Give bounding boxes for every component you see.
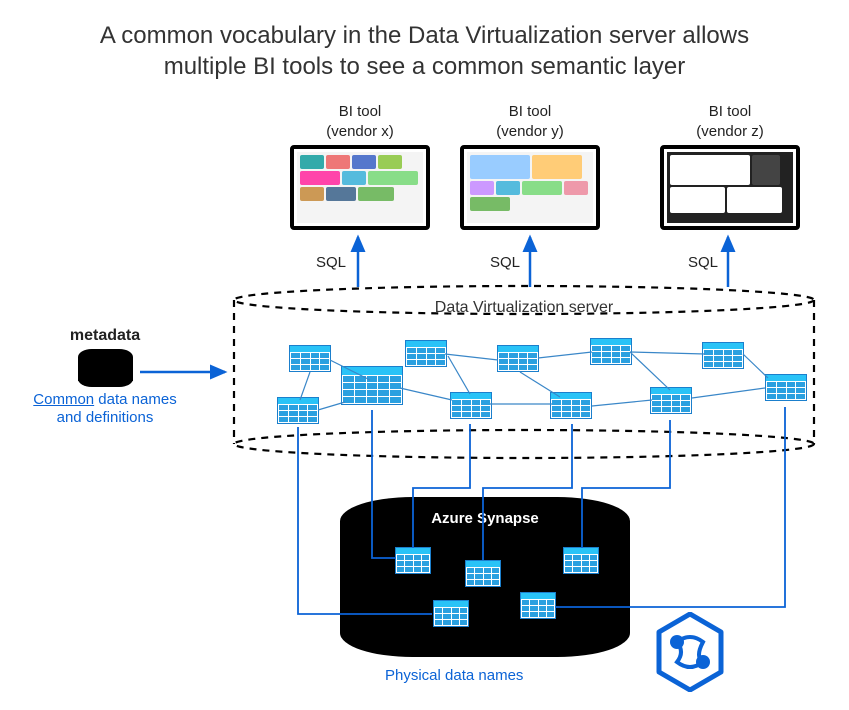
virtual-table-icon	[405, 340, 447, 367]
virtual-table-icon	[450, 392, 492, 419]
sql-label-z: SQL	[688, 254, 718, 271]
azure-synapse-icon	[655, 612, 725, 692]
metadata-text-rest1: data names	[94, 391, 177, 408]
bi-tool-label-line1: BI tool	[660, 102, 800, 122]
bi-tool-label-line2: (vendor x)	[290, 122, 430, 142]
virtual-table-icon	[341, 366, 403, 405]
physical-table-icon	[520, 592, 556, 619]
physical-table-icon	[563, 547, 599, 574]
virtual-table-icon	[550, 392, 592, 419]
metadata-link: Common	[33, 391, 94, 408]
bi-tool-label-line2: (vendor y)	[460, 122, 600, 142]
virtual-table-icon	[650, 387, 692, 414]
tablet-icon	[290, 145, 430, 230]
diagram-title: A common vocabulary in the Data Virtuali…	[0, 0, 849, 92]
virtual-table-icon	[289, 345, 331, 372]
sql-label-y: SQL	[490, 254, 520, 271]
metadata-block: metadata Common data names and definitio…	[20, 327, 190, 426]
virtual-table-icon	[277, 397, 319, 424]
tablet-icon	[660, 145, 800, 230]
metadata-text-rest2: and definitions	[20, 409, 190, 426]
sql-label-x: SQL	[316, 254, 346, 271]
bi-tool-vendor-x: BI tool (vendor x)	[290, 102, 430, 230]
azure-synapse-label: Azure Synapse	[340, 510, 630, 527]
diagram-canvas: BI tool (vendor x) BI tool (vendor y)	[0, 92, 849, 702]
dv-server-container: Data Virtualization server	[234, 287, 814, 457]
physical-table-icon	[465, 560, 501, 587]
virtual-table-icon	[590, 338, 632, 365]
bi-tool-vendor-z: BI tool (vendor z)	[660, 102, 800, 230]
virtual-table-icon	[765, 374, 807, 401]
physical-table-icon	[395, 547, 431, 574]
database-icon	[78, 349, 133, 387]
virtual-table-icon	[497, 345, 539, 372]
metadata-heading: metadata	[20, 327, 190, 345]
physical-table-icon	[433, 600, 469, 627]
dv-server-label: Data Virtualization server	[234, 299, 814, 317]
bi-tool-vendor-y: BI tool (vendor y)	[460, 102, 600, 230]
physical-data-names-label: Physical data names	[385, 667, 523, 684]
bi-tool-label-line1: BI tool	[460, 102, 600, 122]
bi-tool-label-line2: (vendor z)	[660, 122, 800, 142]
tablet-icon	[460, 145, 600, 230]
virtual-table-icon	[702, 342, 744, 369]
bi-tool-label-line1: BI tool	[290, 102, 430, 122]
